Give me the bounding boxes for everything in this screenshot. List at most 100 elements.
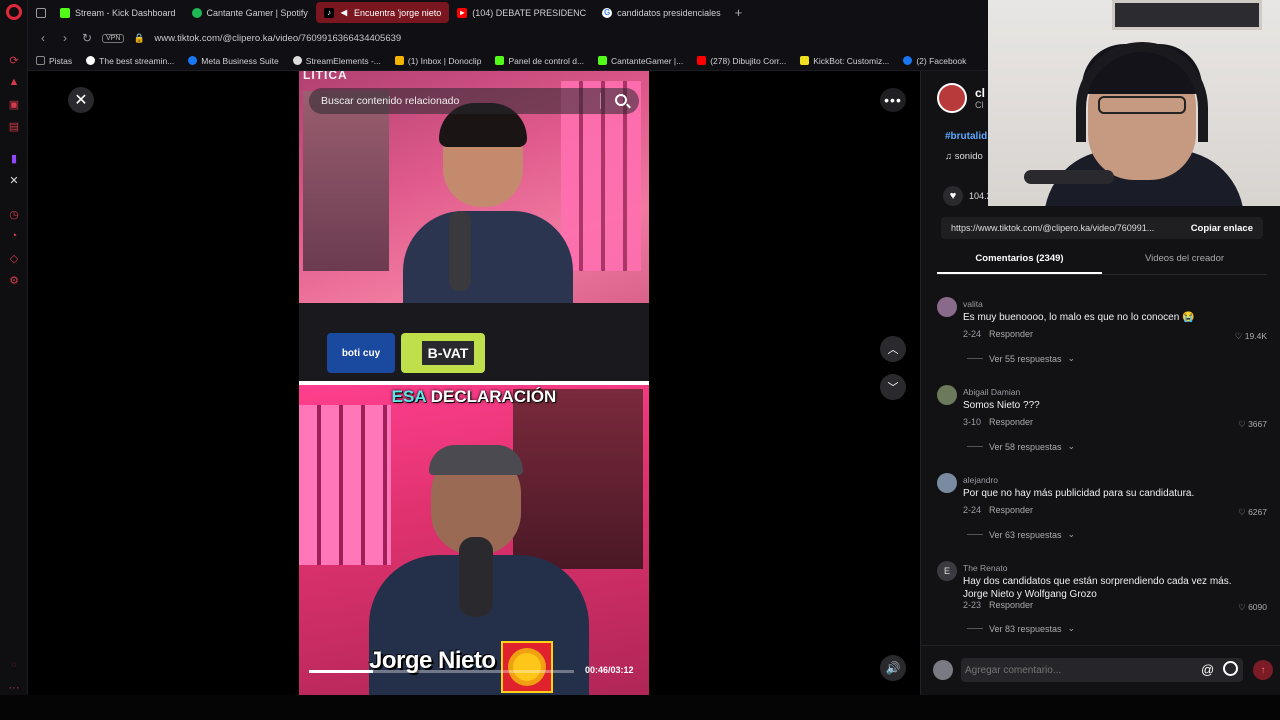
volume-button[interactable]: 🔊 (880, 655, 906, 681)
music-note-icon: ♫ (945, 151, 955, 162)
clock-icon[interactable]: ◔ (6, 228, 22, 244)
bookmark-item[interactable]: Pistas (36, 56, 72, 66)
commenter-avatar[interactable] (937, 473, 957, 493)
chevron-down-icon: ﹀ (887, 382, 899, 394)
comment-meta: 3-10 Responder (963, 417, 1034, 427)
aria-icon[interactable]: ⟳ (6, 52, 22, 68)
comment-like[interactable]: ♡ 6267 (1238, 507, 1267, 518)
microphone-shape (449, 211, 471, 291)
view-replies-button[interactable]: Ver 55 respuestas ⌄ (967, 353, 1075, 364)
tab-google[interactable]: G candidatos presidenciales (594, 2, 729, 23)
tab-tiktok[interactable]: ♪ ◀ Encuentra 'jorge nieto (315, 2, 450, 23)
send-button[interactable]: ↑ (1253, 660, 1273, 680)
related-search-bar[interactable]: Buscar contenido relacionado (309, 88, 639, 114)
bag-icon[interactable]: ▲ (6, 74, 22, 90)
video-text-fragment: LITICA (303, 71, 348, 82)
meta-icon (188, 56, 198, 65)
bookmark-item[interactable]: StreamElements -... (292, 56, 381, 66)
tab-youtube[interactable]: ▸ (104) DEBATE PRESIDENC (449, 2, 594, 23)
bookmark-item[interactable]: KickBot: Customiz... (800, 56, 889, 66)
back-icon[interactable]: ‹ (36, 31, 50, 45)
user-avatar[interactable] (933, 660, 953, 680)
bookmark-item[interactable]: (1) Inbox | Donoclip (394, 56, 481, 66)
comment-like[interactable]: ♡ 3667 (1238, 419, 1267, 430)
reply-button[interactable]: Responder (989, 600, 1033, 610)
history-icon[interactable]: ◷ (6, 206, 22, 222)
commenter-avatar[interactable] (937, 385, 957, 405)
view-replies-button[interactable]: Ver 58 respuestas ⌄ (967, 441, 1075, 452)
commenter-avatar[interactable] (937, 297, 957, 317)
hashtag-link[interactable]: #brutalid (945, 131, 987, 142)
creator-name[interactable]: cl (975, 86, 985, 100)
bookmark-item[interactable]: Panel de control d... (495, 56, 584, 66)
comment-username[interactable]: alejandro (963, 475, 998, 485)
tab-overview-button[interactable] (28, 2, 52, 23)
twitch-icon[interactable]: ▮ (6, 150, 22, 166)
arrow-up-icon: ↑ (1260, 664, 1266, 676)
vpn-badge[interactable]: VPN (102, 33, 125, 43)
tab-spotify[interactable]: Cantante Gamer | Spotify (184, 2, 316, 23)
forward-icon[interactable]: › (58, 31, 72, 45)
bookmark-item[interactable]: (278) Dibujito Corr... (697, 56, 786, 66)
tab-comments[interactable]: Comentarios (2349) (937, 251, 1102, 274)
bookmark-item[interactable]: The best streamin... (86, 56, 174, 66)
previous-video-button[interactable]: ︿ (880, 336, 906, 362)
screen: ⟳ ▲ ▣ ▤ ▮ ✕ ◷ ◔ ◇ ⚙ ◌ ··· Stream - Kick … (0, 0, 1280, 720)
new-tab-button[interactable]: + (729, 5, 749, 20)
view-replies-button[interactable]: Ver 63 respuestas ⌄ (967, 529, 1075, 540)
copy-link-button[interactable]: Copiar enlace (1181, 223, 1263, 234)
reply-button[interactable]: Responder (989, 505, 1033, 515)
panel-tabs: Comentarios (2349) Videos del creador (937, 251, 1267, 275)
bookmarks-bar: Pistas The best streamin... Meta Busines… (28, 51, 990, 71)
facebook-icon (903, 56, 913, 65)
extensions-icon[interactable]: ◇ (6, 250, 22, 266)
youtube-icon (697, 56, 707, 65)
mention-icon[interactable]: @ (1201, 662, 1214, 677)
messenger-icon[interactable]: ▣ (6, 96, 22, 112)
tab-creator-videos[interactable]: Videos del creador (1102, 251, 1267, 274)
url-field[interactable]: www.tiktok.com/@clipero.ka/video/7609916… (154, 33, 401, 44)
more-options-button[interactable]: ••• (880, 88, 906, 112)
spotify-icon (191, 7, 202, 18)
bookmark-item[interactable]: (2) Facebook (903, 56, 966, 66)
view-replies-button[interactable]: Ver 83 respuestas ⌄ (967, 623, 1075, 634)
creator-handle: Cl (975, 100, 984, 110)
share-link-url[interactable]: https://www.tiktok.com/@clipero.ka/video… (941, 223, 1181, 233)
search-icon[interactable] (615, 94, 627, 106)
sponsor-logo-left: boti cuy (327, 333, 395, 373)
video-player[interactable]: boti cuy B-VAT LITICA Buscar contenido r… (299, 71, 649, 695)
reply-button[interactable]: Responder (989, 417, 1033, 427)
video-frame-bottom: ESA DECLARACIÓN Jorge Nieto 00:46/03:12 (299, 381, 649, 695)
more-icon[interactable]: ◌ (6, 656, 22, 672)
reload-icon[interactable]: ↻ (80, 31, 94, 45)
comment-username[interactable]: valita (963, 299, 983, 309)
heart-outline-icon: ♡ (1238, 602, 1249, 612)
comment-username[interactable]: Abigail Damian (963, 387, 1020, 397)
comment-like[interactable]: ♡ 19.4K (1235, 331, 1267, 342)
heart-outline-icon: ♡ (1238, 507, 1249, 517)
reply-button[interactable]: Responder (989, 329, 1033, 339)
heart-icon[interactable]: ♥ (943, 186, 963, 206)
sound-link[interactable]: ♫ sonido (945, 151, 983, 162)
comment-username[interactable]: The Renato (963, 563, 1007, 573)
video-progress-bar[interactable] (309, 670, 574, 673)
video-progress-fill (309, 670, 373, 673)
bookmark-item[interactable]: Meta Business Suite (188, 56, 279, 66)
bookmark-item[interactable]: CantanteGamer |... (598, 56, 683, 66)
settings-icon[interactable]: ⚙ (6, 272, 22, 288)
commenter-avatar[interactable]: E (937, 561, 957, 581)
creator-avatar[interactable] (937, 83, 967, 113)
comment-item: alejandro Por que no hay más publicidad … (935, 469, 1275, 557)
comment-list: valita Es muy buenoooo, lo malo es que n… (935, 293, 1275, 645)
comment-like[interactable]: ♡ 6090 (1238, 602, 1267, 613)
creator-header[interactable]: cl Cl (937, 83, 985, 113)
close-button[interactable]: ✕ (68, 87, 94, 113)
wallet-icon[interactable]: ▤ (6, 118, 22, 134)
tab-kick[interactable]: Stream - Kick Dashboard (52, 2, 184, 23)
menu-dots-icon[interactable]: ··· (6, 680, 22, 696)
next-video-button[interactable]: ﹀ (880, 374, 906, 400)
opera-logo-icon[interactable] (6, 4, 22, 20)
lock-icon[interactable]: 🔒 (132, 33, 146, 44)
x-icon[interactable]: ✕ (6, 172, 22, 188)
emoji-icon[interactable] (1223, 661, 1238, 676)
